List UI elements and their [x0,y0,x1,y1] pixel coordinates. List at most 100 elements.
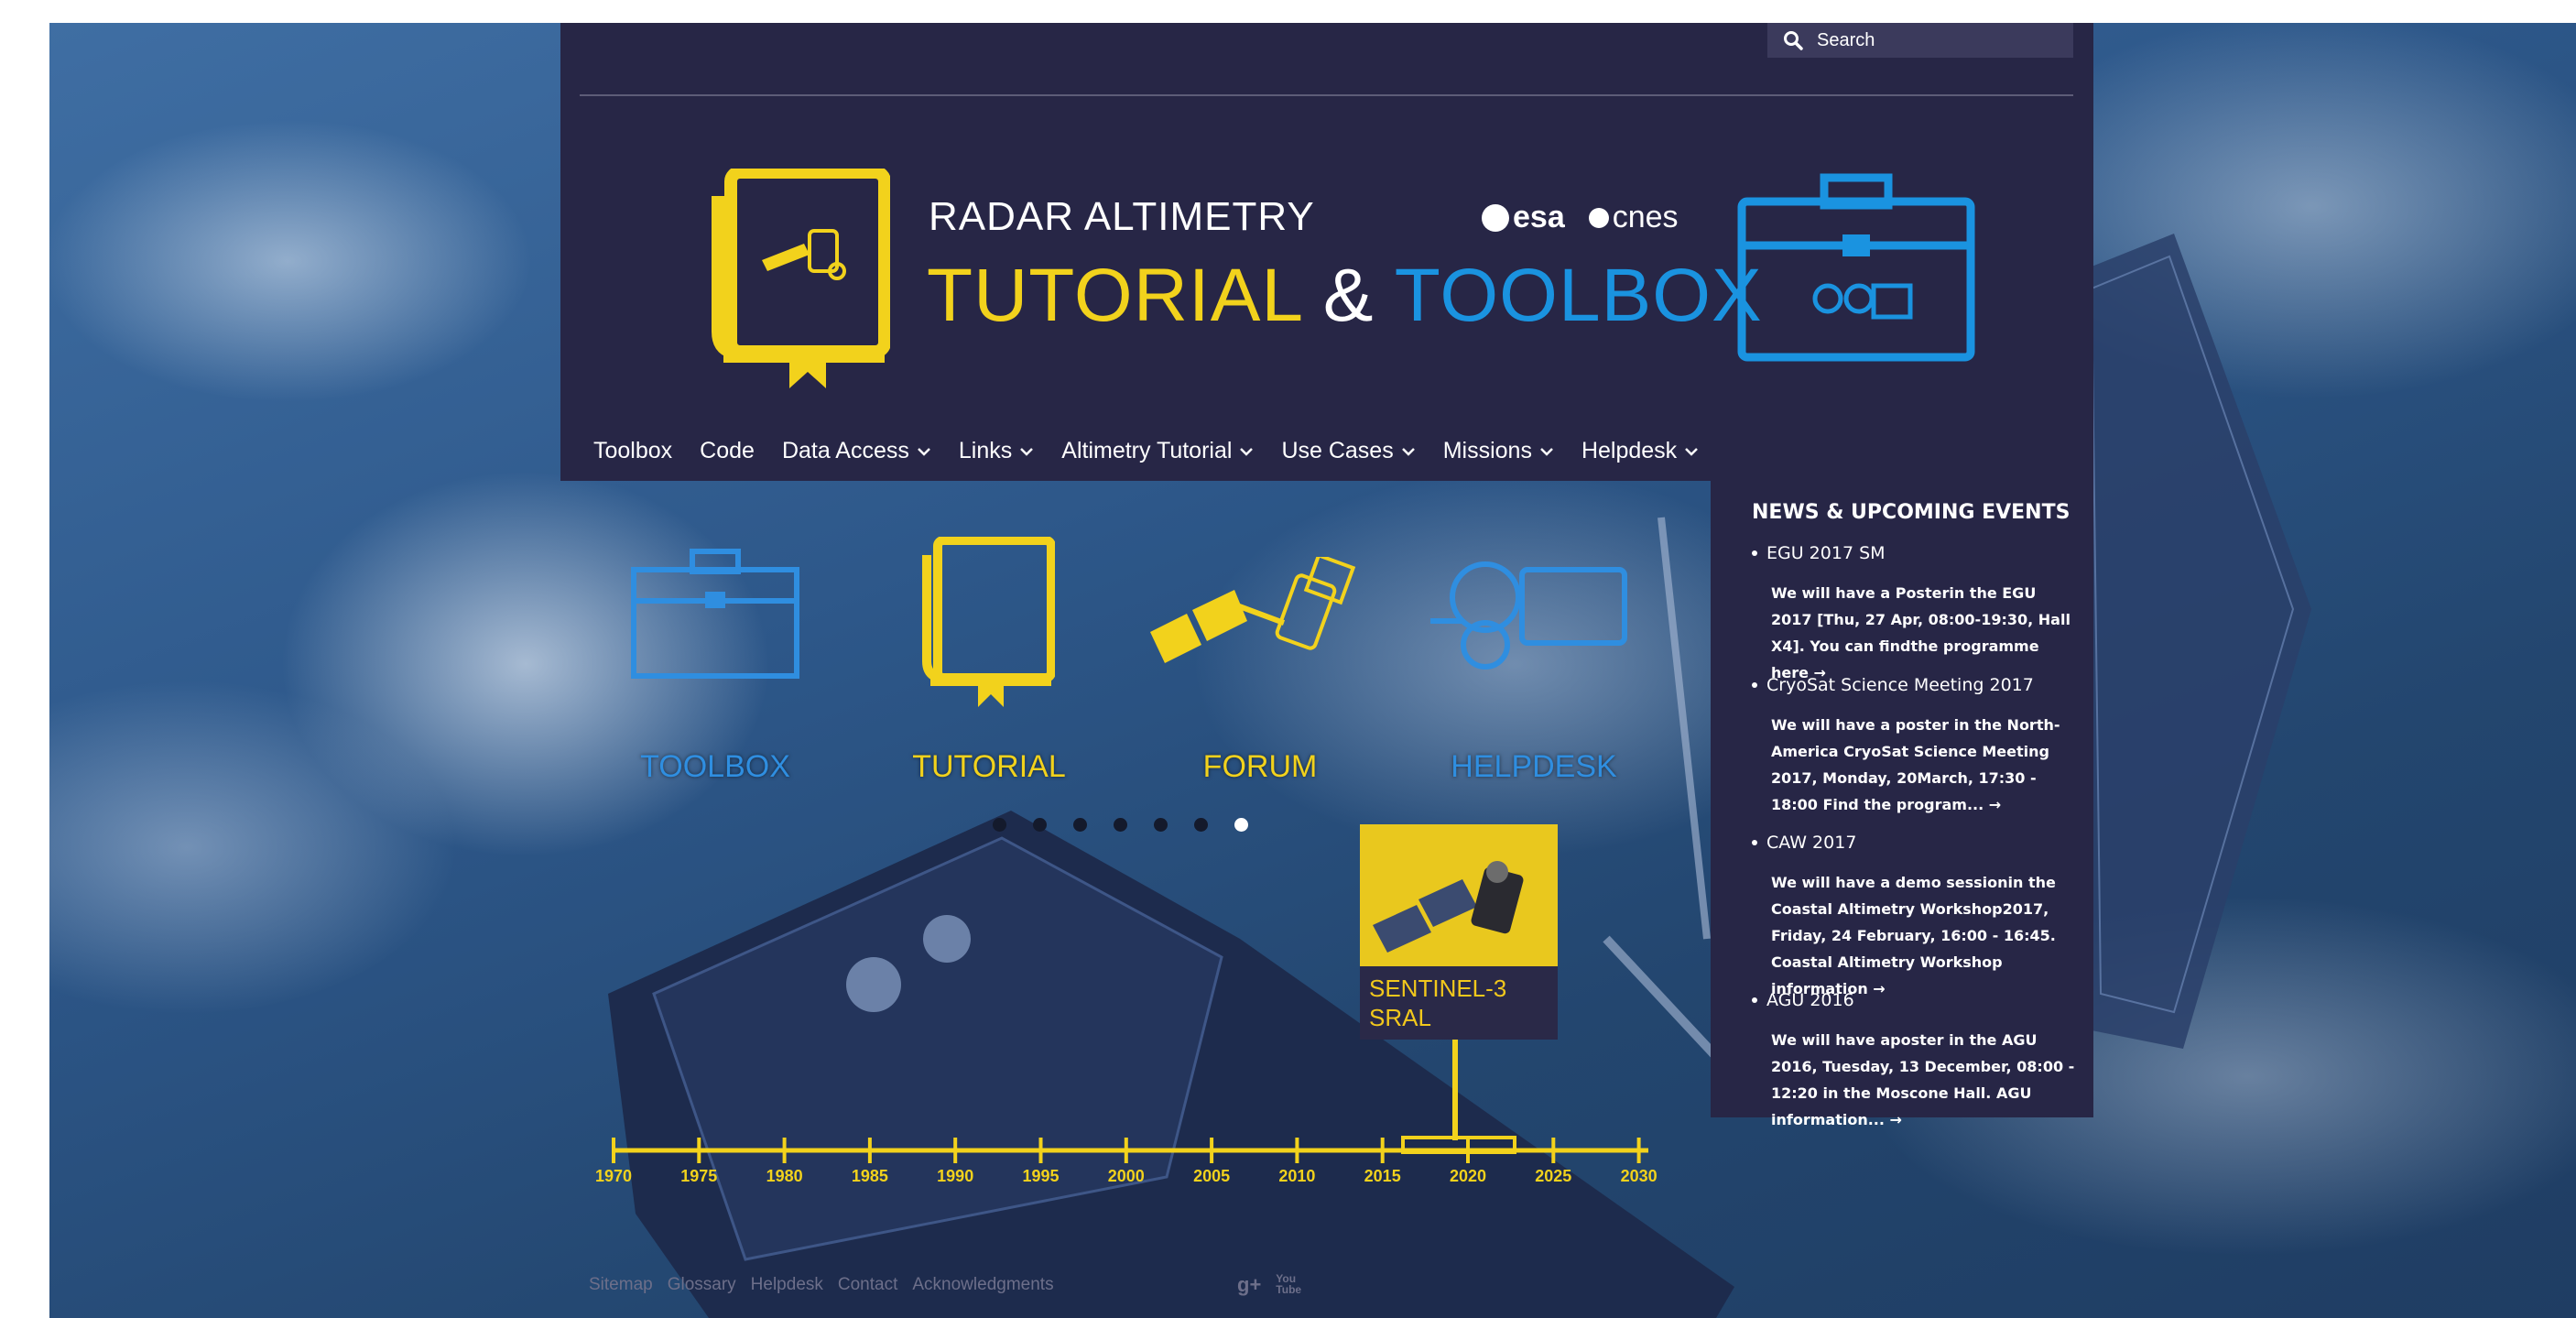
timeline-year-label: 2015 [1364,1167,1401,1185]
timeline-year-label: 1990 [937,1167,974,1185]
search-box[interactable] [1767,23,2073,58]
timeline-year-label: 1970 [594,1167,633,1185]
nav-use-cases-label: Use Cases [1281,438,1394,463]
esa-mark-icon [1482,203,1509,232]
nav-toolbox[interactable]: Toolbox [593,438,672,464]
cnes-mark-icon [1588,207,1609,228]
nav-use-cases[interactable]: Use Cases [1281,438,1415,464]
news-sidebar: NEWS & UPCOMING EVENTS EGU 2017 SM We wi… [1711,481,2093,1128]
footer-link-contact[interactable]: Contact [838,1275,897,1295]
slider-dot-active[interactable] [1234,818,1248,832]
news-item[interactable]: EGU 2017 SM We will have a Posterin the … [1752,543,2077,686]
news-item-title[interactable]: CryoSat Science Meeting 2017 [1766,675,2034,695]
social-links: g+ You Tube [1237,1273,1301,1297]
news-item[interactable]: CryoSat Science Meeting 2017 We will hav… [1752,675,2077,818]
partner-logos: esa cnes [1482,200,1679,235]
news-title: NEWS & UPCOMING EVENTS [1752,501,2071,524]
bullet-icon [1752,997,1757,1003]
chevron-down-icon [918,447,930,456]
nav-data-access-label: Data Access [781,438,909,463]
slider-dot[interactable] [1194,818,1208,832]
timeline-year-label: 2000 [1107,1167,1145,1185]
chevron-down-icon [1240,447,1254,456]
hero-forum-satellite-icon[interactable] [1147,557,1375,667]
nav-code[interactable]: Code [700,438,755,464]
site-title-toolbox: TOOLBOX [1394,254,1763,337]
news-item-head[interactable]: AGU 2016 [1752,990,2077,1010]
timeline-year-label: 2030 [1620,1167,1658,1185]
mission-card-title-line1: SENTINEL-3 [1369,975,1507,1002]
news-item-title[interactable]: CAW 2017 [1766,833,1856,853]
bullet-icon [1752,840,1757,845]
google-plus-icon[interactable]: g+ [1237,1273,1261,1297]
news-item-body: We will have a demo sessionin the Coasta… [1771,874,2056,997]
mission-card-title: SENTINEL-3 SRAL [1360,966,1558,1040]
timeline-year-label: 2005 [1193,1167,1231,1185]
card-connector [1452,1040,1458,1140]
search-input[interactable] [1815,28,2057,52]
chevron-down-icon [1401,447,1415,456]
hero-helpdesk-label[interactable]: HELPDESK [1424,749,1644,785]
footer-link-glossary[interactable]: Glossary [668,1275,736,1295]
timeline-year-label: 2025 [1535,1167,1572,1185]
footer-links: Sitemap Glossary Helpdesk Contact Acknow… [589,1275,1054,1295]
nav-helpdesk[interactable]: Helpdesk [1581,438,1699,464]
footer-link-acknowledgments[interactable]: Acknowledgments [912,1275,1053,1295]
search-icon [1784,31,1803,50]
timeline-year-label: 2020 [1449,1167,1487,1185]
mission-card-sentinel-3[interactable]: SENTINEL-3 SRAL [1360,824,1558,1040]
mission-card-title-line2: SRAL [1369,1004,1431,1031]
slider-dot[interactable] [1154,818,1168,832]
hero-tutorial-icon[interactable] [921,537,1055,707]
slider-dot[interactable] [993,818,1006,832]
hero-helpdesk-icon[interactable] [1427,557,1630,670]
timeline-year-label: 1995 [1022,1167,1060,1185]
chevron-down-icon [1020,447,1034,456]
nav-altimetry-tutorial[interactable]: Altimetry Tutorial [1061,438,1254,464]
news-item-title[interactable]: AGU 2016 [1766,990,1854,1010]
nav-links[interactable]: Links [959,438,1034,464]
timeline-year-label: 1980 [766,1167,803,1185]
slider-dot[interactable] [1073,818,1087,832]
news-item[interactable]: CAW 2017 We will have a demo sessionin t… [1752,833,2077,1002]
hero-forum-label[interactable]: FORUM [1150,749,1370,785]
sentinel-3-image [1360,824,1558,966]
site-title-tutorial: TUTORIAL [927,254,1301,337]
news-item-head[interactable]: CryoSat Science Meeting 2017 [1752,675,2077,695]
esa-logo-text: esa [1513,200,1565,234]
nav-data-access[interactable]: Data Access [782,438,931,464]
slider-dots [993,818,1248,832]
news-item-body: We will have aposter in the AGU 2016, Tu… [1771,1031,2075,1128]
chevron-down-icon [1685,447,1699,456]
satellite-icon [1373,861,1524,953]
news-item-head[interactable]: CAW 2017 [1752,833,2077,853]
nav-altimetry-tutorial-label: Altimetry Tutorial [1061,438,1233,463]
nav-code-label: Code [700,438,755,463]
hero-toolbox-icon[interactable] [630,548,800,681]
timeline-year-label: 1975 [680,1167,718,1185]
timeline-year-label: 1985 [851,1167,888,1185]
youtube-icon[interactable]: You Tube [1276,1273,1301,1297]
news-item[interactable]: AGU 2016 We will have aposter in the AGU… [1752,990,2077,1133]
nav-links-label: Links [958,438,1013,463]
news-item-title[interactable]: EGU 2017 SM [1766,543,1886,563]
nav-missions[interactable]: Missions [1443,438,1554,464]
bullet-icon [1752,682,1757,688]
nav-toolbox-label: Toolbox [593,438,673,463]
slider-dot[interactable] [1114,818,1127,832]
esa-logo: esa [1482,200,1565,235]
site-title: TUTORIAL & TOOLBOX [927,253,1763,339]
hero-tutorial-label[interactable]: TUTORIAL [879,749,1099,785]
footer-link-helpdesk[interactable]: Helpdesk [751,1275,823,1295]
site-subtitle: RADAR ALTIMETRY [929,194,1315,239]
hero-toolbox-label[interactable]: TOOLBOX [605,749,825,785]
slider-dot[interactable] [1033,818,1047,832]
timeline-year-label: 2010 [1278,1167,1316,1185]
bullet-icon [1752,550,1757,556]
cnes-logo: cnes [1588,200,1679,235]
header-divider [580,94,2073,96]
mission-timeline [612,1136,1648,1163]
footer-link-sitemap[interactable]: Sitemap [589,1275,653,1295]
news-item-head[interactable]: EGU 2017 SM [1752,543,2077,563]
cnes-logo-text: cnes [1612,200,1679,234]
